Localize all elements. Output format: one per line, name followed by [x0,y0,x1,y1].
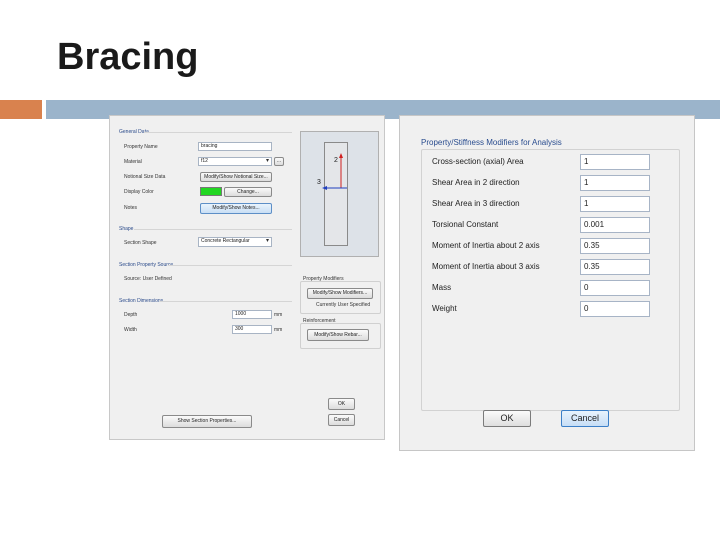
modifiers-title: Property/Stiffness Modifiers for Analysi… [421,138,562,147]
slide-title: Bracing [57,36,199,78]
modifiers-ok-button[interactable]: OK [483,410,531,427]
depth-label: Depth [124,312,138,318]
notes-label: Notes [124,205,138,211]
modifier-label-weight: Weight [432,304,457,313]
display-color-label: Display Color [124,189,154,195]
material-select[interactable]: f12 [198,157,272,166]
divider [160,301,292,302]
property-name-label: Property Name [124,144,158,150]
show-section-properties-button[interactable]: Show Section Properties... [162,415,252,428]
notional-size-button[interactable]: Modify/Show Notional Size... [200,172,272,182]
section-shape-label: Section Shape [124,240,157,246]
modifier-label-inertia-2: Moment of Inertia about 2 axis [432,241,540,250]
modifier-input-weight[interactable]: 0 [580,301,650,317]
axis-3-label: 3 [317,179,321,186]
modifier-label-shear-2: Shear Area in 2 direction [432,178,520,187]
property-name-input[interactable]: bracing [198,142,272,151]
property-source-heading: Section Property Source [119,262,174,268]
width-label: Width [124,327,137,333]
modifier-input-torsion[interactable]: 0.001 [580,217,650,233]
notes-button[interactable]: Modify/Show Notes... [200,203,272,214]
modifier-label-shear-3: Shear Area in 3 direction [432,199,520,208]
cancel-button[interactable]: Cancel [328,414,355,426]
modifier-label-axial-area: Cross-section (axial) Area [432,157,524,166]
modifiers-status-text: Currently User Specified [316,302,371,308]
stiffness-modifiers-dialog: Property/Stiffness Modifiers for Analysi… [399,115,695,451]
modifier-input-axial-area[interactable]: 1 [580,154,650,170]
accent-bar [0,100,42,119]
ok-button[interactable]: OK [328,398,355,410]
modify-modifiers-button[interactable]: Modify/Show Modifiers... [307,288,373,299]
notional-size-label: Notional Size Data [124,174,166,180]
section-preview: 2 3 [300,131,379,257]
modifier-input-inertia-2[interactable]: 0.35 [580,238,650,254]
material-browse-button[interactable]: ... [274,157,284,166]
width-unit: mm [274,327,283,333]
shape-heading: Shape [119,226,134,232]
modifier-label-inertia-3: Moment of Inertia about 3 axis [432,262,540,271]
modify-rebar-button[interactable]: Modify/Show Rebar... [307,329,369,341]
divider [144,132,292,133]
depth-unit: mm [274,312,283,318]
modifier-label-mass: Mass [432,283,452,292]
modifier-input-shear-3[interactable]: 1 [580,196,650,212]
property-source-text: Source: User Defined [124,276,172,282]
display-color-swatch [200,187,222,196]
section-dimensions-heading: Section Dimensions [119,298,164,304]
change-color-button[interactable]: Change... [224,187,272,197]
modifier-input-inertia-3[interactable]: 0.35 [580,259,650,275]
section-shape-select[interactable]: Concrete Rectangular [198,237,272,247]
modifiers-cancel-button[interactable]: Cancel [561,410,609,427]
modifier-input-shear-2[interactable]: 1 [580,175,650,191]
divider [134,229,292,230]
modifier-label-torsion: Torsional Constant [432,220,499,229]
divider [168,265,292,266]
axis-2-label: 2 [334,157,338,164]
material-label: Material [124,159,142,165]
width-input[interactable]: 300 [232,325,272,334]
frame-section-dialog: General Data Property Name bracing Mater… [109,115,385,440]
modifier-input-mass[interactable]: 0 [580,280,650,296]
depth-input[interactable]: 1000 [232,310,272,319]
local-axes-icon [322,153,347,190]
